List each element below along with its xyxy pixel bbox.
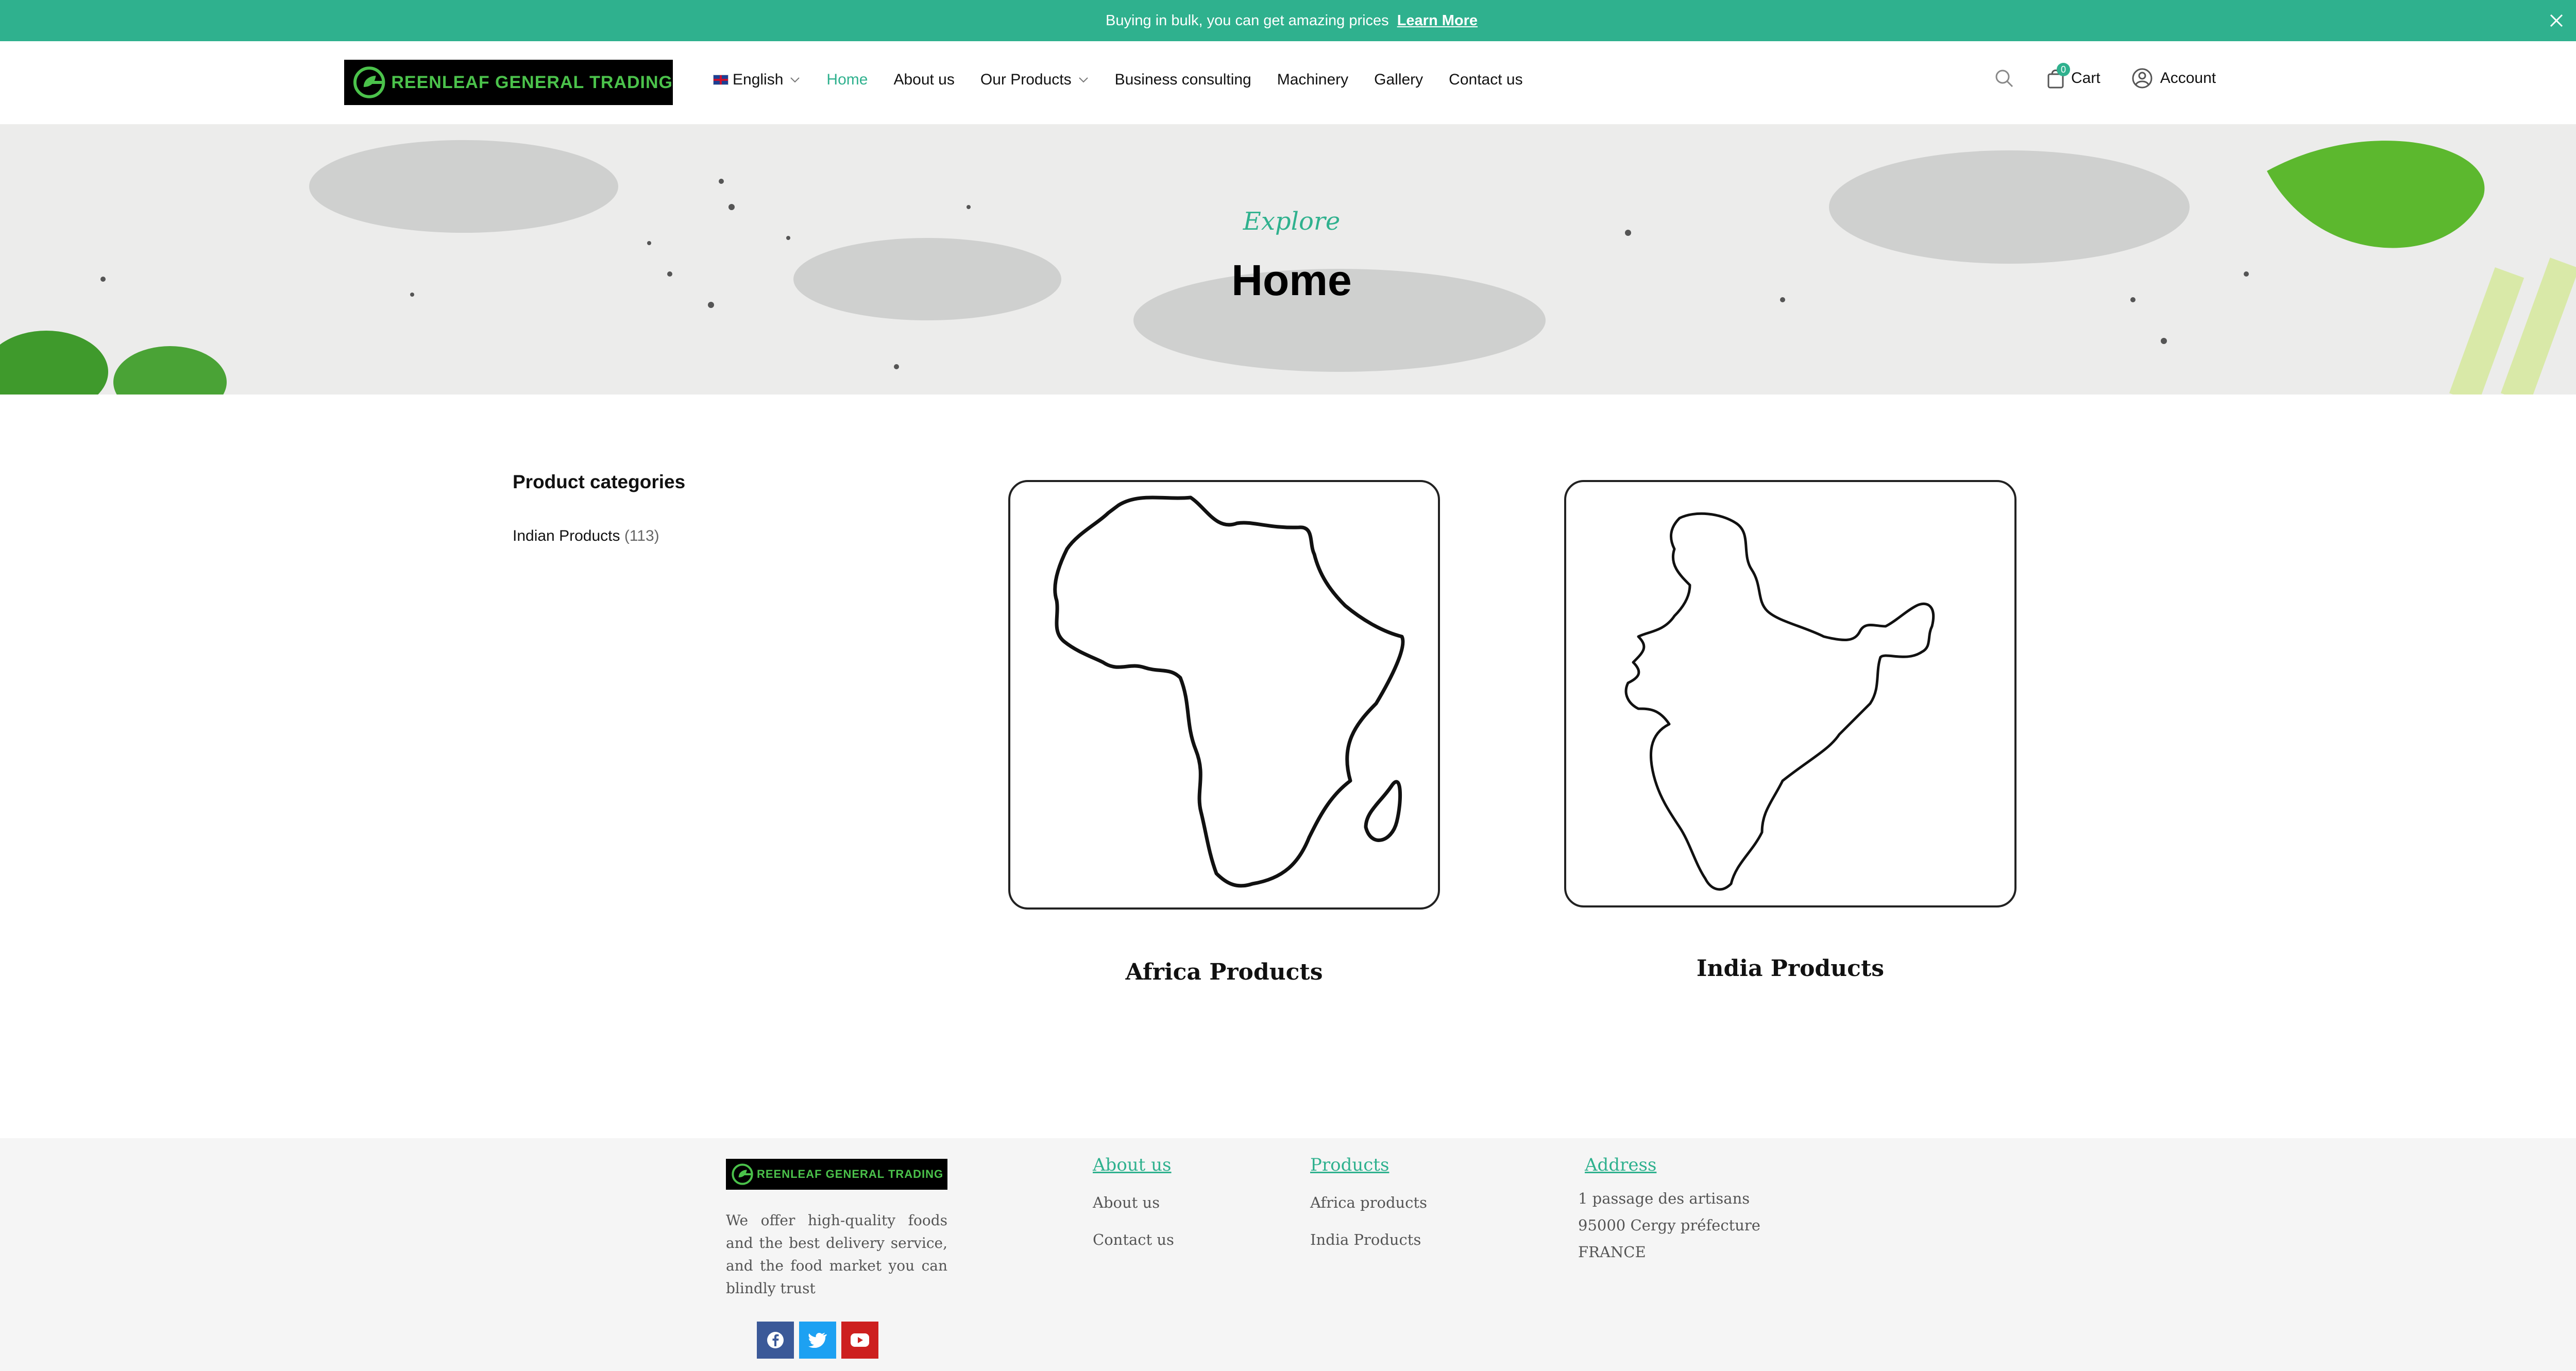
nav-our-products-label: Our Products bbox=[980, 71, 1072, 88]
footer-link-about-us[interactable]: About us bbox=[1093, 1194, 1160, 1211]
nav-machinery-label: Machinery bbox=[1277, 71, 1349, 88]
hero-banner: Explore Home bbox=[0, 125, 2576, 395]
close-icon[interactable] bbox=[2545, 9, 2568, 32]
cart-button[interactable]: 0 Cart bbox=[2045, 63, 2100, 90]
search-icon bbox=[1995, 70, 2013, 88]
nav-machinery[interactable]: Machinery bbox=[1277, 71, 1348, 89]
language-label: English bbox=[733, 71, 784, 88]
cart-count-badge: 0 bbox=[2057, 63, 2070, 76]
youtube-button[interactable] bbox=[841, 1322, 878, 1359]
footer-address-title[interactable]: Address bbox=[1585, 1155, 1656, 1175]
india-products-label[interactable]: India Products bbox=[1564, 955, 2016, 982]
announcement-bar: Buying in bulk, you can get amazing pric… bbox=[0, 0, 2576, 41]
footer-logo-text: REENLEAF GENERAL TRADING bbox=[757, 1168, 944, 1180]
uk-flag-icon bbox=[713, 75, 728, 85]
footer-about-title[interactable]: About us bbox=[1093, 1155, 1172, 1175]
cart-label: Cart bbox=[2071, 70, 2100, 87]
footer-products-title[interactable]: Products bbox=[1310, 1155, 1389, 1175]
twitter-button[interactable] bbox=[799, 1322, 836, 1359]
nav-home-label: Home bbox=[826, 71, 868, 88]
product-categories-title: Product categories bbox=[513, 471, 686, 492]
nav-gallery-label: Gallery bbox=[1374, 71, 1423, 88]
nav-home[interactable]: Home bbox=[826, 71, 868, 89]
facebook-button[interactable] bbox=[757, 1322, 794, 1359]
chevron-down-icon bbox=[1078, 77, 1088, 83]
india-products-card[interactable] bbox=[1564, 480, 2016, 907]
youtube-icon bbox=[851, 1333, 869, 1347]
site-logo[interactable]: REENLEAF GENERAL TRADING bbox=[344, 60, 673, 105]
category-label: Indian Products bbox=[513, 527, 620, 544]
footer-link-africa-products[interactable]: Africa products bbox=[1310, 1194, 1427, 1211]
leaf-logo-icon bbox=[732, 1163, 753, 1185]
site-footer: REENLEAF GENERAL TRADING We offer high-q… bbox=[0, 1138, 2576, 1371]
nav-contact-us-label: Contact us bbox=[1449, 71, 1523, 88]
footer-description: We offer high-quality foods and the best… bbox=[726, 1212, 947, 1297]
nav-about-us-label: About us bbox=[893, 71, 955, 88]
footer-link-contact-us[interactable]: Contact us bbox=[1093, 1231, 1174, 1248]
nav-contact-us[interactable]: Contact us bbox=[1449, 71, 1522, 89]
account-button[interactable]: Account bbox=[2131, 67, 2216, 89]
site-header: REENLEAF GENERAL TRADING English Home Ab… bbox=[0, 41, 2576, 125]
user-icon bbox=[2132, 68, 2153, 89]
nav-about-us[interactable]: About us bbox=[893, 71, 954, 89]
learn-more-link[interactable]: Learn More bbox=[1397, 12, 1478, 29]
twitter-icon bbox=[808, 1332, 827, 1348]
category-count: (113) bbox=[624, 527, 659, 544]
page-title: Home bbox=[1231, 256, 1352, 304]
africa-products-card[interactable] bbox=[1008, 480, 1440, 910]
address-line-3: FRANCE bbox=[1578, 1243, 1646, 1261]
nav-our-products[interactable]: Our Products bbox=[980, 71, 1089, 89]
africa-map-icon bbox=[1053, 495, 1405, 888]
social-links bbox=[757, 1322, 884, 1359]
logo-text: REENLEAF GENERAL TRADING bbox=[391, 72, 673, 92]
account-label: Account bbox=[2160, 70, 2216, 87]
africa-products-label[interactable]: Africa Products bbox=[1008, 959, 1440, 985]
address-line-1: 1 passage des artisans bbox=[1578, 1190, 1750, 1207]
header-tools: 0 Cart Account bbox=[1994, 63, 2247, 90]
india-map-icon bbox=[1624, 512, 1935, 891]
leaf-logo-icon bbox=[353, 66, 385, 98]
facebook-icon bbox=[767, 1332, 784, 1348]
search-button[interactable] bbox=[1994, 68, 2014, 89]
main-nav: English Home About us Our Products Busin… bbox=[713, 71, 1549, 89]
footer-logo[interactable]: REENLEAF GENERAL TRADING bbox=[726, 1159, 947, 1190]
nav-gallery[interactable]: Gallery bbox=[1374, 71, 1423, 89]
language-selector[interactable]: English bbox=[713, 71, 801, 89]
announcement-message: Buying in bulk, you can get amazing pric… bbox=[1105, 12, 1389, 29]
category-indian-products[interactable]: Indian Products (113) bbox=[513, 527, 659, 545]
footer-link-india-products[interactable]: India Products bbox=[1310, 1231, 1421, 1248]
address-line-2: 95000 Cergy préfecture bbox=[1578, 1216, 1760, 1234]
nav-business-consulting-label: Business consulting bbox=[1114, 71, 1251, 88]
hero-kicker: Explore bbox=[1243, 207, 1341, 236]
chevron-down-icon bbox=[790, 77, 800, 83]
nav-business-consulting[interactable]: Business consulting bbox=[1115, 71, 1251, 89]
